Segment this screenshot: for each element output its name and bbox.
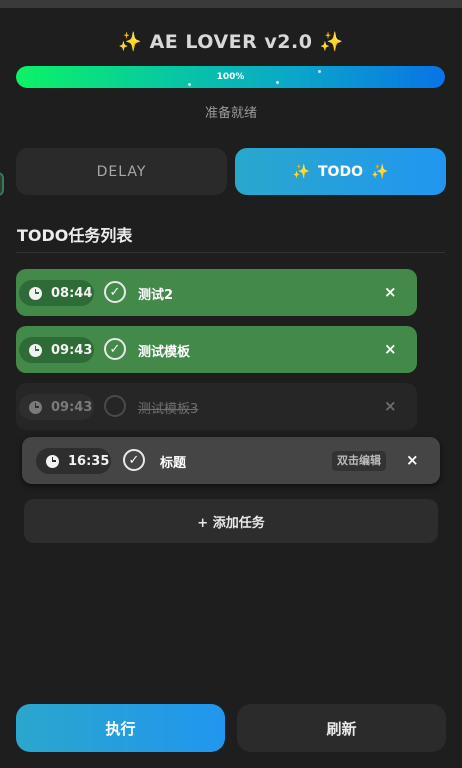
tab-delay-label: DELAY <box>96 163 147 180</box>
task-item[interactable]: 16:35 ✓ 标题 双击编辑 × <box>22 437 440 484</box>
check-icon: ✓ <box>109 284 121 300</box>
time-pill[interactable]: 08:44 <box>19 280 94 306</box>
task-time: 09:43 <box>51 342 93 358</box>
task-time: 08:44 <box>51 285 93 301</box>
tab-todo[interactable]: ✨ TODO ✨ <box>235 148 446 195</box>
app-title: ✨ AE LOVER v2.0 ✨ <box>0 30 462 53</box>
app-title-text: AE LOVER v2.0 <box>149 31 313 53</box>
check-icon: ✓ <box>109 341 121 357</box>
close-icon[interactable]: × <box>406 451 419 469</box>
task-checkbox[interactable] <box>104 395 126 417</box>
clock-icon <box>46 454 59 468</box>
time-pill[interactable]: 09:43 <box>19 337 94 363</box>
close-icon[interactable]: × <box>384 397 397 415</box>
task-time: 09:43 <box>51 399 93 415</box>
sparkle-icon: ✨ <box>292 163 310 180</box>
task-item[interactable]: 08:44 ✓ 测试2 × <box>16 269 417 316</box>
task-checkbox[interactable]: ✓ <box>104 281 126 303</box>
task-time: 16:35 <box>68 453 110 469</box>
clock-icon <box>29 286 42 300</box>
sparkle-icon: ✨ <box>118 31 143 53</box>
sparkle-icon: ✨ <box>370 163 389 180</box>
close-icon[interactable]: × <box>384 283 397 301</box>
tab-delay[interactable]: DELAY <box>16 148 227 195</box>
task-label: 测试模板3 <box>138 402 199 417</box>
task-checkbox[interactable]: ✓ <box>123 449 145 471</box>
refresh-button[interactable]: 刷新 <box>237 704 446 752</box>
task-label: 测试2 <box>138 288 174 303</box>
clock-icon <box>29 343 42 357</box>
side-handle[interactable] <box>0 172 4 196</box>
task-item[interactable]: 09:43 ✓ 测试模板 × <box>16 326 417 373</box>
tab-todo-label: TODO <box>318 163 363 180</box>
task-label: 测试模板 <box>138 345 191 360</box>
task-item[interactable]: 09:43 测试模板3 × <box>16 383 417 430</box>
refresh-label: 刷新 <box>326 719 357 738</box>
window-top-bar <box>0 0 462 8</box>
edit-hint-badge: 双击编辑 <box>332 451 386 471</box>
task-checkbox[interactable]: ✓ <box>104 338 126 360</box>
time-pill[interactable]: 09:43 <box>19 394 94 420</box>
status-text: 准备就绪 <box>204 106 257 121</box>
sparkle-icon: ✨ <box>319 31 344 53</box>
close-icon[interactable]: × <box>384 340 397 358</box>
run-button[interactable]: 执行 <box>16 704 225 752</box>
progress-percent: 100% <box>216 72 245 82</box>
run-label: 执行 <box>105 719 136 738</box>
section-title: TODO任务列表 <box>17 226 133 245</box>
clock-icon <box>29 400 42 414</box>
check-icon: ✓ <box>128 452 140 468</box>
add-task-button[interactable]: + 添加任务 <box>24 499 438 543</box>
task-label[interactable]: 标题 <box>160 452 186 471</box>
progress-bar: 100% <box>16 66 445 88</box>
section-divider <box>16 252 445 253</box>
add-task-label: + 添加任务 <box>197 515 265 531</box>
time-pill[interactable]: 16:35 <box>36 448 111 474</box>
